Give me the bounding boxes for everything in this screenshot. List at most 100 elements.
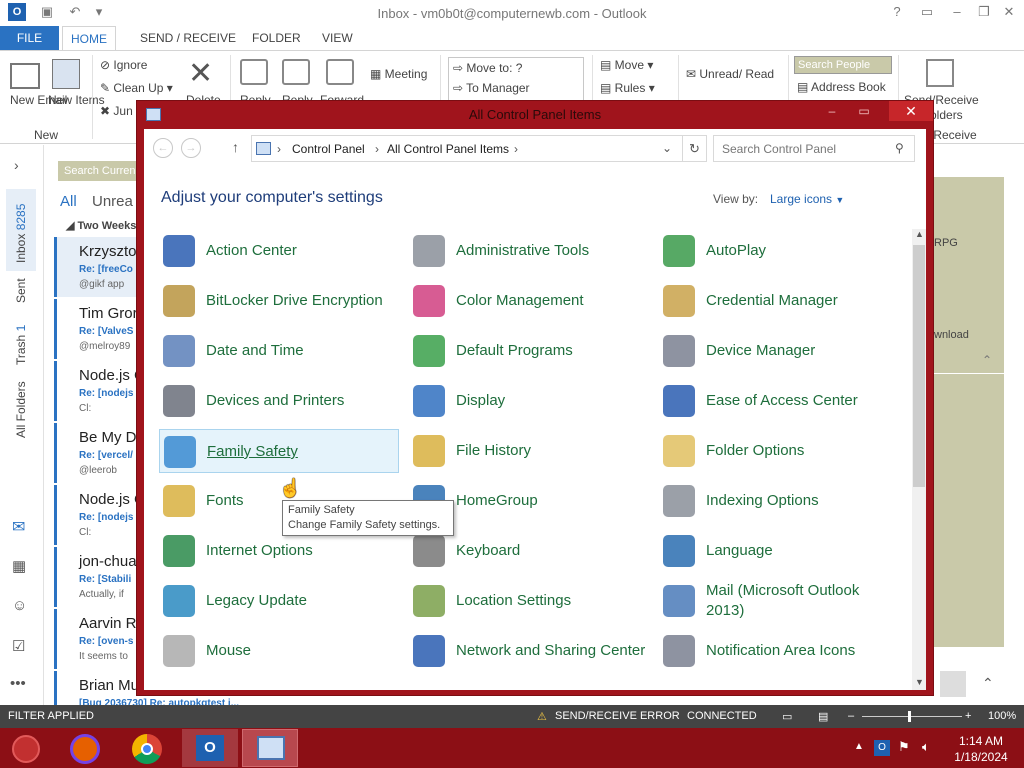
cp-item-administrative-tools[interactable]: Administrative Tools bbox=[409, 229, 649, 273]
normal-view-icon[interactable]: ▭ bbox=[782, 710, 792, 723]
filter-all[interactable]: All bbox=[60, 193, 77, 210]
tab-send-receive[interactable]: SEND / RECEIVE bbox=[132, 26, 244, 50]
people-nav-icon[interactable]: ☺ bbox=[12, 597, 27, 614]
reading-download-link[interactable]: wnload bbox=[934, 329, 969, 341]
cp-item-folder-options[interactable]: Folder Options bbox=[659, 429, 899, 473]
cp-item-bitlocker-drive-encryption[interactable]: BitLocker Drive Encryption bbox=[159, 279, 399, 323]
more-nav-icon[interactable]: ••• bbox=[10, 675, 26, 692]
calendar-nav-icon[interactable]: ▦ bbox=[12, 557, 26, 575]
breadcrumb-all-items[interactable]: All Control Panel Items bbox=[387, 142, 509, 156]
unread-read-button[interactable]: ✉ Unread/ Read bbox=[686, 67, 774, 81]
cp-item-ease-of-access-center[interactable]: Ease of Access Center bbox=[659, 379, 899, 423]
help-icon[interactable]: ? bbox=[888, 3, 906, 21]
cp-item-mouse[interactable]: Mouse bbox=[159, 629, 399, 673]
taskbar-control-panel[interactable] bbox=[242, 729, 298, 767]
collapse-icon[interactable]: ⌃ bbox=[982, 353, 992, 367]
tab-home[interactable]: HOME bbox=[62, 26, 116, 51]
tasks-nav-icon[interactable]: ☑ bbox=[12, 637, 25, 655]
zoom-level[interactable]: 100% bbox=[988, 710, 1016, 722]
zoom-slider-thumb[interactable] bbox=[908, 711, 911, 722]
refresh-icon[interactable]: ↻ bbox=[683, 135, 707, 162]
cp-item-default-programs[interactable]: Default Programs bbox=[409, 329, 649, 373]
cp-item-date-and-time[interactable]: Date and Time bbox=[159, 329, 399, 373]
vertical-scrollbar[interactable]: ▲ ▼ bbox=[912, 229, 926, 690]
breadcrumb-control-panel[interactable]: Control Panel bbox=[292, 142, 365, 156]
cp-item-file-history[interactable]: File History bbox=[409, 429, 649, 473]
cp-minimize-icon[interactable]: – bbox=[817, 101, 847, 121]
status-send-receive-error[interactable]: SEND/RECEIVE ERROR bbox=[555, 710, 680, 722]
ribbon-options-icon[interactable]: ▭ bbox=[918, 3, 936, 21]
quick-step-move-to[interactable]: ⇨ Move to: ? bbox=[453, 61, 522, 75]
cp-item-color-management[interactable]: Color Management bbox=[409, 279, 649, 323]
keyboard-icon bbox=[413, 535, 445, 567]
cp-item-device-manager[interactable]: Device Manager bbox=[659, 329, 899, 373]
quick-step-to-manager[interactable]: ⇨ To Manager bbox=[453, 81, 530, 95]
up-icon[interactable]: ↑ bbox=[232, 139, 239, 155]
address-bar[interactable]: › Control Panel › All Control Panel Item… bbox=[251, 135, 683, 162]
cp-item-display[interactable]: Display bbox=[409, 379, 649, 423]
cp-item-legacy-update[interactable]: Legacy Update bbox=[159, 579, 399, 623]
view-by-dropdown[interactable]: Large icons ▼ bbox=[770, 192, 844, 206]
mail-subject: Re: [Stabili bbox=[79, 574, 132, 585]
move-button[interactable]: ▤ Move ▾ bbox=[600, 58, 653, 72]
zoom-out-icon[interactable]: – bbox=[848, 710, 854, 722]
close-icon[interactable]: ✕ bbox=[1000, 3, 1018, 21]
cp-item-credential-manager[interactable]: Credential Manager bbox=[659, 279, 899, 323]
filter-unread[interactable]: Unrea bbox=[92, 193, 133, 210]
restore-icon[interactable]: ❐ bbox=[975, 3, 993, 21]
tray-clock[interactable]: 1:14 AM 1/18/2024 bbox=[946, 733, 1016, 765]
taskbar-outlook[interactable]: O bbox=[182, 729, 238, 767]
reading-view-icon[interactable]: ▤ bbox=[818, 710, 828, 723]
search-icon[interactable]: ⚲ bbox=[895, 141, 904, 155]
taskbar-firefox[interactable] bbox=[58, 729, 114, 767]
nav-inbox[interactable]: Inbox 8285 bbox=[14, 204, 28, 263]
show-hidden-icons[interactable]: ▲ bbox=[854, 741, 864, 752]
tab-file[interactable]: FILE bbox=[0, 26, 59, 50]
tray-outlook-icon[interactable]: O bbox=[874, 740, 890, 756]
cp-item-autoplay[interactable]: AutoPlay bbox=[659, 229, 899, 273]
expand-folder-pane-icon[interactable]: › bbox=[14, 157, 19, 173]
scroll-up-icon[interactable]: ▲ bbox=[915, 229, 924, 239]
mail-subject: Re: [nodejs bbox=[79, 388, 134, 399]
search-control-panel-input[interactable]: Search Control Panel ⚲ bbox=[713, 135, 915, 162]
new-email-button[interactable]: New Email bbox=[10, 93, 67, 107]
cp-item-action-center[interactable]: Action Center bbox=[159, 229, 399, 273]
taskbar-chrome[interactable] bbox=[120, 729, 176, 767]
nav-all-folders[interactable]: All Folders bbox=[14, 381, 28, 438]
mail-nav-icon[interactable]: ✉ bbox=[12, 517, 25, 537]
cp-item-network-and-sharing-center[interactable]: Network and Sharing Center bbox=[409, 629, 649, 673]
start-button[interactable] bbox=[0, 729, 56, 767]
address-book-button[interactable]: ▤ Address Book bbox=[797, 80, 886, 94]
minimize-icon[interactable]: – bbox=[948, 3, 966, 21]
cp-item-family-safety[interactable]: Family Safety bbox=[159, 429, 399, 473]
cp-item-location-settings[interactable]: Location Settings bbox=[409, 579, 649, 623]
cp-item-indexing-options[interactable]: Indexing Options bbox=[659, 479, 899, 523]
cp-item-notification-area-icons[interactable]: Notification Area Icons bbox=[659, 629, 899, 673]
tab-view[interactable]: VIEW bbox=[314, 26, 361, 50]
scroll-down-icon[interactable]: ▼ bbox=[915, 677, 924, 687]
meeting-button[interactable]: ▦ Meeting bbox=[370, 67, 427, 81]
cp-item-language[interactable]: Language bbox=[659, 529, 899, 573]
cp-item-mail-microsoft-outlook-2013[interactable]: Mail (Microsoft Outlook 2013) bbox=[659, 579, 899, 623]
cp-maximize-icon[interactable]: ▭ bbox=[849, 101, 879, 121]
clean-up-button[interactable]: ✎ Clean Up ▾ bbox=[100, 81, 173, 95]
cp-item-devices-and-printers[interactable]: Devices and Printers bbox=[159, 379, 399, 423]
forward-icon[interactable]: → bbox=[181, 138, 201, 158]
cp-close-icon[interactable]: ✕ bbox=[889, 101, 933, 121]
nav-sent[interactable]: Sent bbox=[14, 278, 28, 303]
rules-button[interactable]: ▤ Rules ▾ bbox=[600, 81, 655, 95]
back-icon[interactable]: ← bbox=[153, 138, 173, 158]
scrollbar-thumb[interactable] bbox=[913, 245, 925, 487]
zoom-in-icon[interactable]: + bbox=[965, 710, 971, 722]
nav-trash[interactable]: Trash 1 bbox=[14, 325, 28, 365]
junk-button[interactable]: ✖ Jun bbox=[100, 104, 133, 118]
search-people-input[interactable]: Search People bbox=[794, 56, 892, 74]
tray-action-center-icon[interactable]: ⚑ bbox=[898, 739, 910, 755]
tray-volume-icon[interactable]: 🔈︎ bbox=[922, 739, 930, 755]
new-items-button[interactable]: New Items bbox=[48, 93, 105, 107]
expand-people-icon[interactable]: ⌃ bbox=[982, 675, 994, 692]
tab-folder[interactable]: FOLDER bbox=[244, 26, 309, 50]
zoom-slider[interactable] bbox=[862, 716, 962, 717]
address-dropdown-icon[interactable]: ⌄ bbox=[662, 141, 672, 155]
ignore-button[interactable]: ⊘ Ignore bbox=[100, 58, 147, 72]
